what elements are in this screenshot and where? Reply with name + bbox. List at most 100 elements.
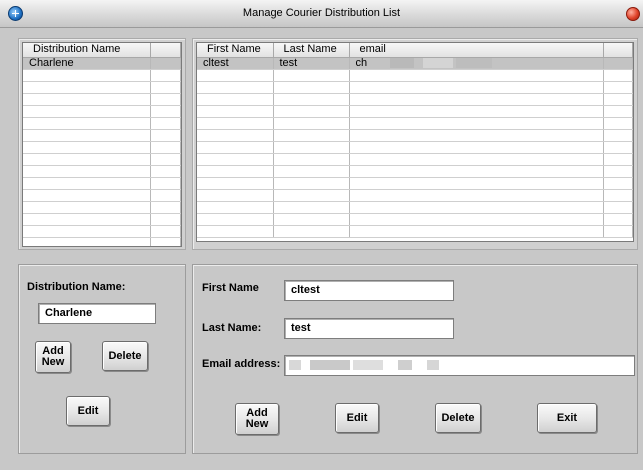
- column-header-blank[interactable]: [150, 43, 181, 58]
- empty-cell: [150, 105, 181, 118]
- empty-row[interactable]: [197, 117, 633, 130]
- empty-row[interactable]: [197, 153, 633, 166]
- redaction-block: [423, 57, 454, 68]
- empty-cell: [23, 69, 151, 82]
- empty-cell: [150, 165, 181, 178]
- empty-cell: [150, 93, 181, 106]
- blank-cell: [150, 57, 181, 70]
- empty-row[interactable]: [23, 189, 181, 202]
- redaction-block: [427, 360, 440, 371]
- empty-cell: [197, 141, 274, 154]
- redaction-block: [353, 360, 384, 371]
- email-cell-text: ch: [355, 57, 368, 69]
- empty-row[interactable]: [197, 165, 633, 178]
- empty-row[interactable]: [197, 93, 633, 106]
- first-name-input[interactable]: cltest: [284, 280, 454, 301]
- add-new-contact-button[interactable]: Add New: [235, 403, 279, 435]
- table-row[interactable]: cltest test ch: [197, 57, 633, 70]
- last-name-input[interactable]: test: [284, 318, 454, 339]
- empty-cell: [273, 129, 350, 142]
- empty-cell: [603, 165, 633, 178]
- empty-cell: [603, 93, 633, 106]
- table-row[interactable]: Charlene: [23, 57, 181, 70]
- edit-distribution-button[interactable]: Edit: [66, 396, 110, 426]
- empty-row[interactable]: [197, 69, 633, 82]
- empty-row[interactable]: [23, 81, 181, 94]
- empty-cell: [349, 213, 604, 226]
- empty-row[interactable]: [23, 153, 181, 166]
- empty-row[interactable]: [23, 225, 181, 238]
- empty-cell: [150, 189, 181, 202]
- empty-row[interactable]: [197, 129, 633, 142]
- empty-cell: [273, 165, 350, 178]
- email-address-input[interactable]: [284, 355, 635, 376]
- empty-row[interactable]: [197, 201, 633, 214]
- empty-cell: [23, 201, 151, 214]
- empty-cell: [197, 69, 274, 82]
- add-new-distribution-button[interactable]: Add New: [35, 341, 71, 373]
- empty-cell: [23, 177, 151, 190]
- empty-cell: [197, 189, 274, 202]
- empty-cell: [23, 153, 151, 166]
- empty-row[interactable]: [23, 105, 181, 118]
- empty-cell: [23, 225, 151, 238]
- distribution-name-input[interactable]: Charlene: [38, 303, 156, 324]
- empty-row[interactable]: [197, 213, 633, 226]
- blank-cell: [603, 57, 633, 70]
- empty-cell: [150, 141, 181, 154]
- redaction-block: [398, 360, 413, 371]
- empty-cell: [150, 177, 181, 190]
- redaction-block: [289, 360, 301, 371]
- contacts-list-panel: First Name Last Name email cltest test c…: [192, 38, 638, 250]
- empty-row[interactable]: [197, 81, 633, 94]
- column-header-distribution-name[interactable]: Distribution Name: [23, 43, 151, 58]
- distribution-name-label: Distribution Name:: [27, 281, 126, 293]
- column-header-blank[interactable]: [603, 43, 633, 58]
- empty-cell: [150, 225, 181, 238]
- empty-row[interactable]: [23, 93, 181, 106]
- edit-contact-button[interactable]: Edit: [335, 403, 379, 433]
- empty-cell: [349, 117, 604, 130]
- empty-cell: [273, 201, 350, 214]
- contacts-list-grid[interactable]: First Name Last Name email cltest test c…: [196, 42, 634, 242]
- exit-button[interactable]: Exit: [537, 403, 597, 433]
- empty-row[interactable]: [23, 165, 181, 178]
- empty-cell: [349, 153, 604, 166]
- delete-contact-button[interactable]: Delete: [435, 403, 481, 433]
- empty-cell: [23, 213, 151, 226]
- empty-row[interactable]: [197, 225, 633, 238]
- empty-cell: [23, 237, 151, 246]
- delete-distribution-button[interactable]: Delete: [102, 341, 148, 371]
- empty-row[interactable]: [197, 105, 633, 118]
- empty-row[interactable]: [23, 129, 181, 142]
- column-header-email[interactable]: email: [349, 43, 604, 58]
- column-header-first-name[interactable]: First Name: [197, 43, 274, 58]
- empty-row[interactable]: [197, 141, 633, 154]
- close-button[interactable]: [626, 7, 640, 21]
- empty-row[interactable]: [23, 69, 181, 82]
- column-header-last-name[interactable]: Last Name: [273, 43, 350, 58]
- distribution-name-cell: Charlene: [23, 57, 151, 70]
- empty-row[interactable]: [197, 189, 633, 202]
- empty-row[interactable]: [23, 201, 181, 214]
- empty-row[interactable]: [23, 177, 181, 190]
- empty-cell: [349, 165, 604, 178]
- empty-cell: [150, 129, 181, 142]
- empty-row[interactable]: [23, 213, 181, 226]
- first-name-label: First Name: [202, 282, 259, 294]
- empty-cell: [603, 69, 633, 82]
- redaction-block: [456, 57, 493, 68]
- empty-row[interactable]: [23, 237, 181, 246]
- empty-row[interactable]: [23, 117, 181, 130]
- distribution-form-panel: Distribution Name: Charlene Add New Dele…: [18, 264, 186, 454]
- empty-cell: [273, 93, 350, 106]
- empty-row[interactable]: [197, 177, 633, 190]
- empty-row[interactable]: [23, 141, 181, 154]
- empty-cell: [150, 213, 181, 226]
- empty-cell: [603, 153, 633, 166]
- empty-cell: [273, 105, 350, 118]
- distribution-list-grid[interactable]: Distribution Name Charlene: [22, 42, 182, 247]
- empty-cell: [349, 177, 604, 190]
- empty-cell: [603, 213, 633, 226]
- empty-cell: [197, 165, 274, 178]
